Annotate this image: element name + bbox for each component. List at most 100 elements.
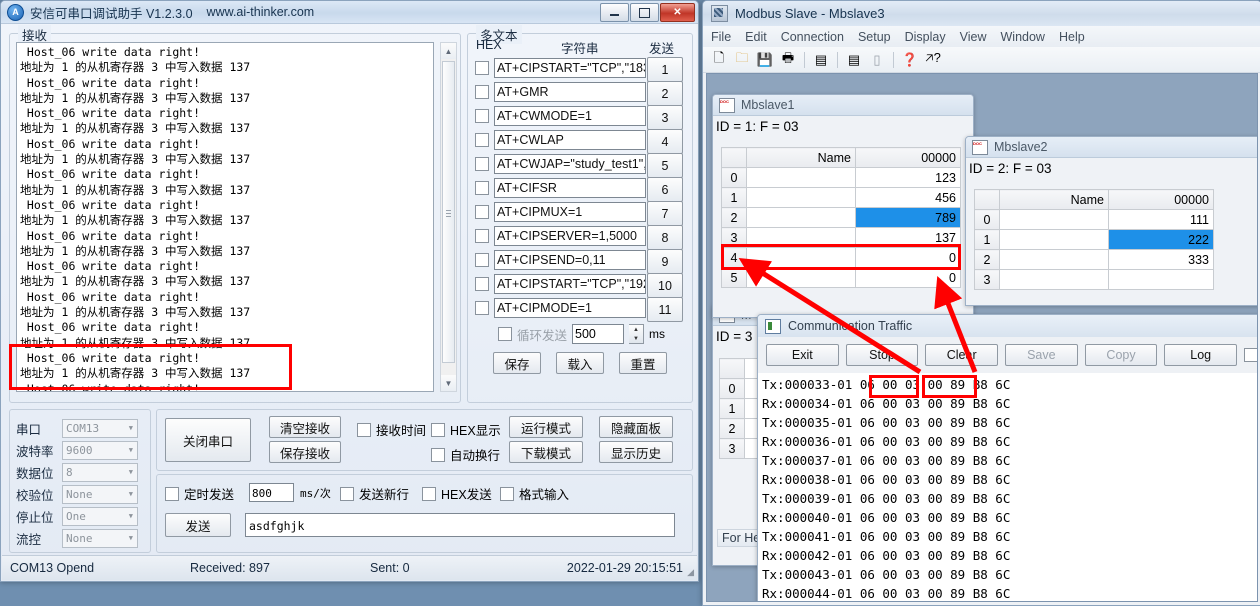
hex-checkbox-3[interactable] xyxy=(475,109,489,123)
minimize-button[interactable] xyxy=(600,3,629,22)
reset-multitext-button[interactable]: 重置 xyxy=(619,352,667,374)
command-input-5[interactable]: AT+CWJAP="study_test1"," xyxy=(494,154,646,174)
row-name[interactable] xyxy=(999,209,1109,230)
hex-checkbox-8[interactable] xyxy=(475,229,489,243)
send-slot-button-7[interactable]: 7 xyxy=(647,201,683,226)
close-button[interactable]: ✕ xyxy=(660,3,695,22)
row-value-selected[interactable]: 789 xyxy=(855,207,961,228)
row-value[interactable]: 333 xyxy=(1108,249,1214,270)
send-slot-button-3[interactable]: 3 xyxy=(647,105,683,130)
display-icon[interactable]: ▤ xyxy=(844,50,864,69)
row-value[interactable] xyxy=(1108,269,1214,290)
table-row[interactable]: 1 222 xyxy=(974,229,1214,250)
resize-grip-icon[interactable]: ◢ xyxy=(687,567,694,578)
hex-checkbox-6[interactable] xyxy=(475,181,489,195)
show-history-button[interactable]: 显示历史 xyxy=(599,441,673,463)
config-select-0[interactable]: COM13 ▼ xyxy=(62,418,138,438)
send-slot-button-5[interactable]: 5 xyxy=(647,153,683,178)
loop-interval-input[interactable]: 500 xyxy=(572,324,625,344)
save-receive-button[interactable]: 保存接收 xyxy=(269,441,341,463)
command-input-8[interactable]: AT+CIPSERVER=1,5000 xyxy=(494,226,646,246)
send-slot-button-4[interactable]: 4 xyxy=(647,129,683,154)
hex-display-checkbox[interactable] xyxy=(431,422,445,437)
properties-icon[interactable]: ▤ xyxy=(811,50,831,69)
send-slot-button-2[interactable]: 2 xyxy=(647,81,683,106)
command-input-2[interactable]: AT+GMR xyxy=(494,82,646,102)
row-value[interactable]: 123 xyxy=(855,167,961,188)
close-port-button[interactable]: 关闭串口 xyxy=(165,418,251,462)
row-value[interactable]: 0 xyxy=(855,247,961,268)
config-select-4[interactable]: One ▼ xyxy=(62,506,138,526)
child-window-mbslave1[interactable]: Mbslave1 ID = 1: F = 03 Name 00000 0123 … xyxy=(712,94,974,318)
about-icon[interactable]: ❓ xyxy=(900,50,920,69)
command-input-6[interactable]: AT+CIFSR xyxy=(494,178,646,198)
clear-receive-button[interactable]: 清空接收 xyxy=(269,416,341,438)
config-select-5[interactable]: None ▼ xyxy=(62,528,138,548)
send-slot-button-6[interactable]: 6 xyxy=(647,177,683,202)
row-name[interactable] xyxy=(999,269,1109,290)
command-input-4[interactable]: AT+CWLAP xyxy=(494,130,646,150)
table-row[interactable]: 3 137 xyxy=(721,227,961,248)
print-icon[interactable]: 🖶 xyxy=(778,50,798,69)
receive-time-option[interactable]: 接收时间 xyxy=(357,420,426,439)
receive-time-checkbox[interactable] xyxy=(357,422,371,437)
row-value[interactable]: 456 xyxy=(855,187,961,208)
table-row[interactable]: 0 111 xyxy=(974,209,1214,230)
scroll-down-icon[interactable]: ▼ xyxy=(441,375,456,391)
menu-item-file[interactable]: File xyxy=(711,30,731,44)
receive-textarea[interactable]: Host_06 write data right! 地址为 1 的从机寄存器 3… xyxy=(16,42,434,392)
menu-item-display[interactable]: Display xyxy=(905,30,946,44)
config-select-2[interactable]: 8 ▼ xyxy=(62,462,138,482)
loop-interval-spinner[interactable]: ▲ ▼ xyxy=(629,324,645,344)
row-name[interactable] xyxy=(746,167,856,188)
config-select-1[interactable]: 9600 ▼ xyxy=(62,440,138,460)
hex-checkbox-4[interactable] xyxy=(475,133,489,147)
timed-send-interval-input[interactable]: 800 xyxy=(249,483,294,502)
row-name[interactable] xyxy=(746,187,856,208)
maximize-button[interactable] xyxy=(630,3,659,22)
hex-send-checkbox[interactable] xyxy=(422,486,436,501)
command-input-3[interactable]: AT+CWMODE=1 xyxy=(494,106,646,126)
receive-scrollbar[interactable]: ▲ ▼ xyxy=(440,42,457,392)
clear-button[interactable]: Clear xyxy=(925,344,999,366)
command-input-7[interactable]: AT+CIPMUX=1 xyxy=(494,202,646,222)
config-select-3[interactable]: None ▼ xyxy=(62,484,138,504)
table-row[interactable]: 0 123 xyxy=(721,167,961,188)
menu-item-edit[interactable]: Edit xyxy=(745,30,767,44)
row-name[interactable] xyxy=(999,249,1109,270)
stop-button[interactable]: Stop xyxy=(845,344,919,366)
send-newline-checkbox[interactable] xyxy=(340,486,354,501)
menu-item-setup[interactable]: Setup xyxy=(858,30,891,44)
row-value[interactable]: 111 xyxy=(1108,209,1214,230)
menu-item-view[interactable]: View xyxy=(960,30,987,44)
menu-item-window[interactable]: Window xyxy=(1001,30,1045,44)
hex-checkbox-11[interactable] xyxy=(475,301,489,315)
context-help-icon[interactable]: 🡥? xyxy=(923,50,943,69)
traffic-option-checkbox[interactable] xyxy=(1244,348,1257,362)
row-name[interactable] xyxy=(999,229,1109,250)
send-slot-button-10[interactable]: 10 xyxy=(647,273,683,298)
send-input[interactable]: asdfghjk xyxy=(245,513,675,537)
send-button[interactable]: 发送 xyxy=(165,513,231,537)
format-input-option[interactable]: 格式输入 xyxy=(500,484,569,503)
row-name[interactable] xyxy=(746,247,856,268)
run-mode-button[interactable]: 运行模式 xyxy=(509,416,583,438)
report-icon[interactable]: ▯ xyxy=(867,50,887,69)
table-row[interactable]: 1 456 xyxy=(721,187,961,208)
send-slot-button-9[interactable]: 9 xyxy=(647,249,683,274)
table-row[interactable]: 50 xyxy=(721,267,961,288)
download-mode-button[interactable]: 下载模式 xyxy=(509,441,583,463)
auto-wrap-option[interactable]: 自动换行 xyxy=(431,445,500,464)
row-value[interactable]: 0 xyxy=(855,267,961,288)
hex-checkbox-7[interactable] xyxy=(475,205,489,219)
hex-checkbox-5[interactable] xyxy=(475,157,489,171)
row-value-selected[interactable]: 222 xyxy=(1108,229,1214,250)
row-name[interactable] xyxy=(746,227,856,248)
log-button[interactable]: Log xyxy=(1164,344,1238,366)
menu-item-connection[interactable]: Connection xyxy=(781,30,844,44)
hex-display-option[interactable]: HEX显示 xyxy=(431,420,501,439)
mbslave1-table[interactable]: Name 00000 0 123 1 456 2 789 3 137 40 50 xyxy=(721,147,961,288)
table-row[interactable]: 40 xyxy=(721,247,961,268)
timed-send-option[interactable]: 定时发送 xyxy=(165,484,234,503)
exit-button[interactable]: Exit xyxy=(766,344,839,366)
